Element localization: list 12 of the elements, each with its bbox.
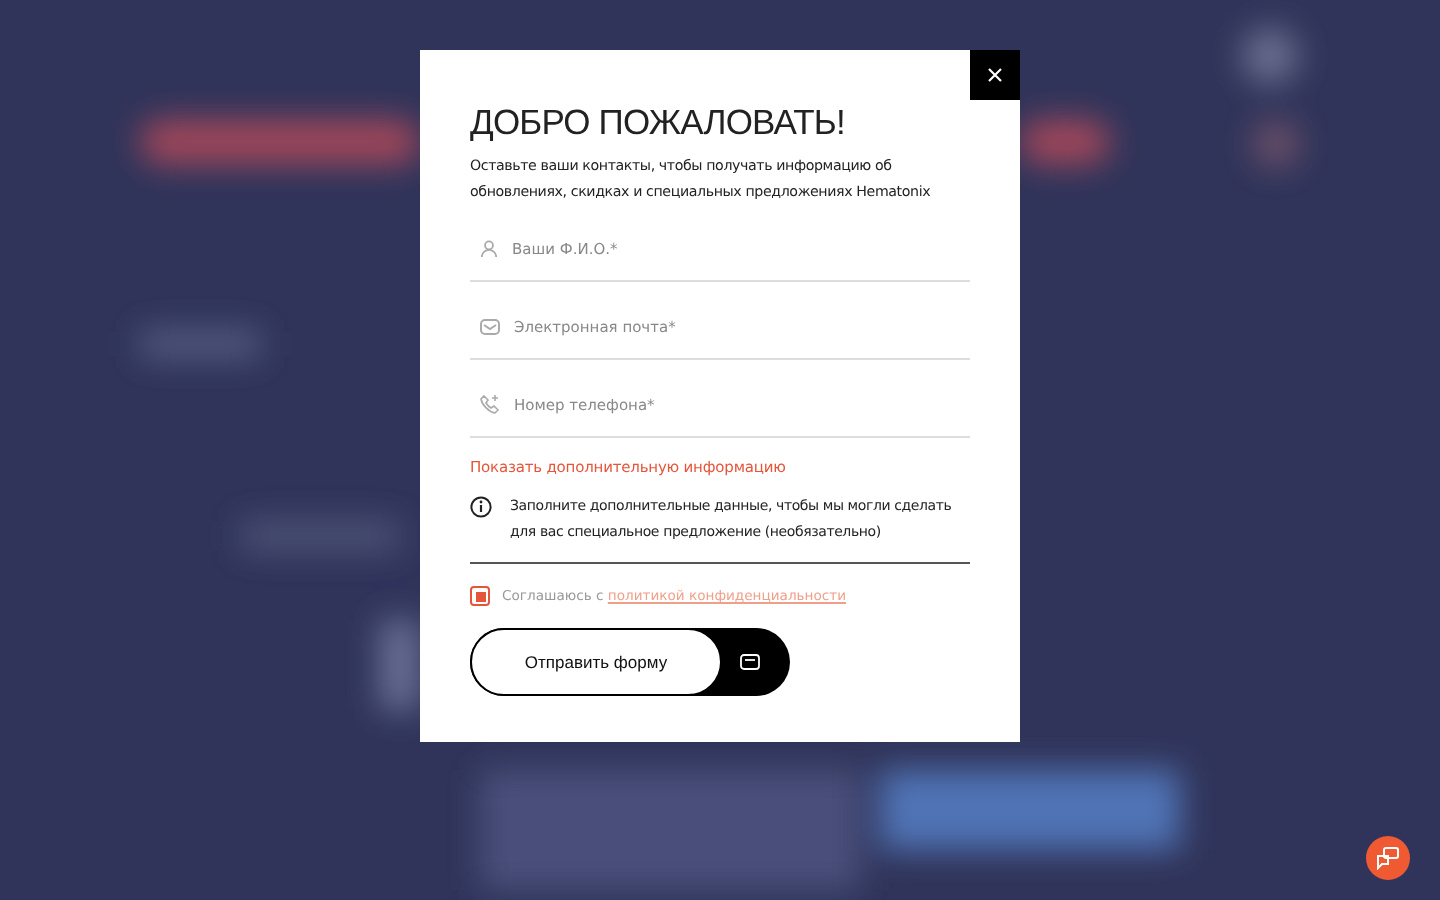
envelope-icon <box>480 317 500 335</box>
close-icon <box>988 68 1002 82</box>
blurred-avatar <box>1242 28 1298 84</box>
dialog-title: ДОБРО ПОЖАЛОВАТЬ! <box>470 102 847 142</box>
phone-icon <box>480 394 500 414</box>
envelope-icon <box>740 654 760 670</box>
info-icon <box>470 496 492 518</box>
close-button[interactable] <box>970 50 1020 100</box>
person-icon <box>480 239 498 257</box>
submit-button[interactable]: Отправить форму <box>470 628 790 696</box>
consent-checkbox[interactable] <box>470 586 490 606</box>
chat-icon <box>1376 846 1400 870</box>
